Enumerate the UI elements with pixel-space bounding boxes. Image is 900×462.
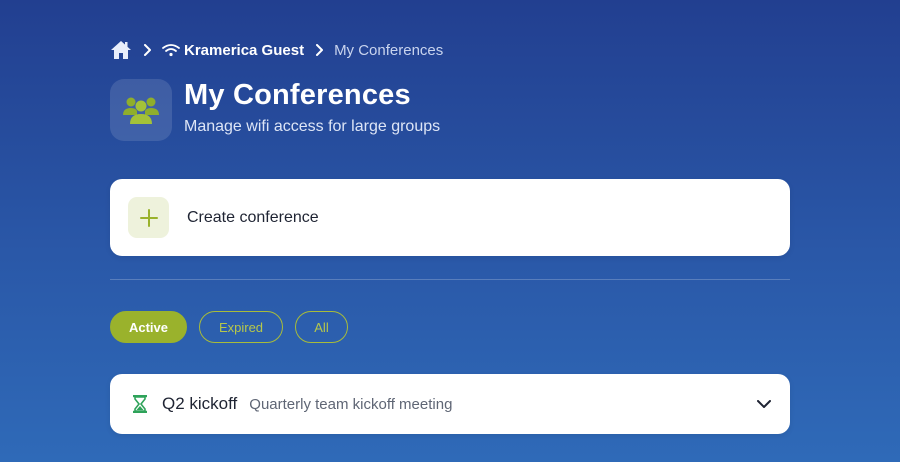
wifi-icon [162, 41, 180, 59]
breadcrumb-network-link[interactable]: Kramerica Guest [184, 42, 304, 59]
chevron-right-icon [312, 42, 328, 58]
chevron-right-icon [140, 42, 156, 58]
page-subtitle: Manage wifi access for large groups [184, 118, 441, 135]
chevron-down-icon[interactable] [754, 394, 774, 414]
home-icon[interactable] [110, 39, 132, 61]
page-header: My Conferences Manage wifi access for la… [110, 79, 440, 141]
breadcrumb: Kramerica Guest My Conferences [110, 38, 443, 62]
filter-expired[interactable]: Expired [199, 311, 283, 343]
users-group-icon [110, 79, 172, 141]
breadcrumb-current: My Conferences [334, 41, 444, 59]
filter-tabs: Active Expired All [110, 311, 360, 343]
plus-icon [128, 197, 169, 238]
filter-all[interactable]: All [295, 311, 348, 343]
conference-row[interactable]: Q2 kickoff Quarterly team kickoff meetin… [110, 374, 790, 434]
hourglass-icon [132, 394, 148, 414]
header-text: My Conferences Manage wifi access for la… [184, 79, 440, 141]
conference-name: Q2 kickoff [162, 394, 238, 413]
create-conference-button[interactable]: Create conference [110, 179, 790, 256]
create-conference-label: Create conference [187, 208, 319, 226]
page-title: My Conferences [184, 79, 411, 111]
section-divider [110, 279, 790, 280]
filter-active[interactable]: Active [110, 311, 187, 343]
conference-description: Quarterly team kickoff meeting [249, 395, 453, 413]
